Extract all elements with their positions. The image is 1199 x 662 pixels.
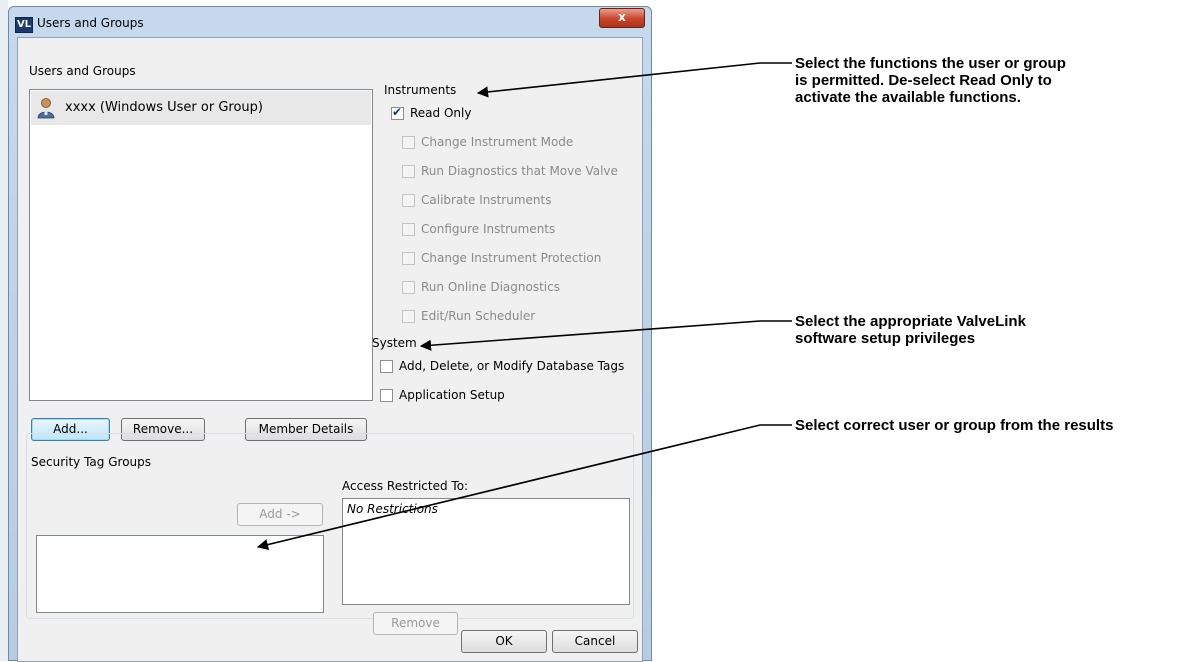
functions-arrow [476, 62, 792, 98]
functions-annotation-line2: is permitted. De-select Read Only to [795, 72, 1052, 89]
results-annotation: Select correct user or group from the re… [795, 417, 1114, 434]
results-arrow [256, 424, 792, 551]
system-annotation: Select the appropriate ValveLink softwar… [795, 313, 1026, 347]
system-annotation-line2: software setup privileges [795, 330, 976, 347]
functions-annotation-line3: activate the available functions. [795, 89, 1021, 106]
functions-annotation: Select the functions the user or group i… [795, 55, 1066, 106]
functions-annotation-line1: Select the functions the user or group [795, 55, 1066, 72]
system-annotation-line1: Select the appropriate ValveLink [795, 313, 1026, 330]
system-arrow [419, 320, 792, 351]
